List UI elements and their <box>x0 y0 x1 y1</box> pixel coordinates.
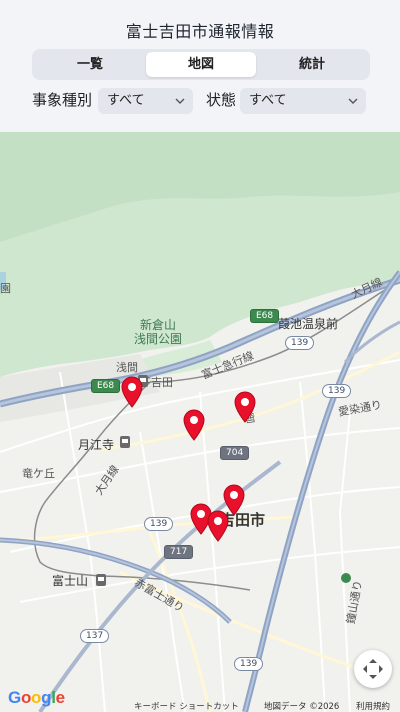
label-sengen: 浅間 <box>116 361 138 374</box>
view-tabs: 一覧 地図 統計 <box>32 49 370 80</box>
map-view[interactable]: 新倉山 浅間公園 浅間 下吉田 富士急行線 葭池温泉前 大月線 月江寺 竜ケ丘 … <box>0 132 400 712</box>
road-shield-139-a: 139 <box>285 336 315 350</box>
event-type-select[interactable]: すべて <box>98 88 193 114</box>
event-type-label: 事象種別 <box>32 91 93 109</box>
road-shield-e68-left: E68 <box>91 379 121 393</box>
tab-stats[interactable]: 統計 <box>257 52 367 77</box>
report-marker[interactable] <box>206 510 230 542</box>
label-fujisan: 富士山 <box>52 574 89 588</box>
chevron-down-icon <box>348 98 358 104</box>
park-icon <box>341 573 351 583</box>
move-arrows-icon <box>363 659 383 679</box>
tab-list[interactable]: 一覧 <box>35 52 145 77</box>
label-gekkoji: 月江寺 <box>78 438 115 452</box>
road-shield-139-c: 139 <box>144 517 174 531</box>
road-shield-139-d: 139 <box>234 657 264 671</box>
page-title: 富士吉田市通報情報 <box>125 22 275 41</box>
road-shield-e68-top: E68 <box>250 309 280 323</box>
keyboard-shortcuts-link[interactable]: キーボード ショートカット <box>134 700 239 712</box>
status-label: 状態 <box>206 91 237 109</box>
label-ryugaoka: 竜ケ丘 <box>22 467 55 480</box>
label-left-edge: 園 <box>0 282 11 295</box>
status-value: すべて <box>249 93 287 108</box>
map-camera-control-button[interactable] <box>354 650 392 688</box>
chevron-down-icon <box>175 98 185 104</box>
report-marker[interactable] <box>120 376 144 408</box>
road-shield-139-b: 139 <box>322 384 352 398</box>
filter-bar: 事象種別 すべて 状態 すべて <box>0 88 400 114</box>
map-attribution: キーボード ショートカット 地図データ ©2026 利用規約 <box>0 698 400 712</box>
train-station-icon <box>96 574 106 586</box>
event-type-value: すべて <box>107 93 145 108</box>
report-marker[interactable] <box>182 409 206 441</box>
header: 富士吉田市通報情報 一覧 地図 統計 事象種別 すべて 状態 すべて <box>0 0 400 132</box>
report-marker[interactable] <box>233 391 257 423</box>
label-shinkurayama-line1: 新倉山 <box>140 318 177 332</box>
road-shield-137: 137 <box>80 629 110 643</box>
tab-map[interactable]: 地図 <box>146 52 256 77</box>
train-station-icon <box>120 436 130 448</box>
terms-link[interactable]: 利用規約 <box>356 700 390 712</box>
status-select[interactable]: すべて <box>240 88 366 114</box>
map-data-text: 地図データ ©2026 <box>264 702 340 712</box>
label-kaikeonsen: 葭池温泉前 <box>278 317 339 331</box>
label-shinkurayama-line2: 浅間公園 <box>134 332 183 346</box>
road-shield-717: 717 <box>164 545 194 559</box>
road-shield-704: 704 <box>220 446 250 460</box>
